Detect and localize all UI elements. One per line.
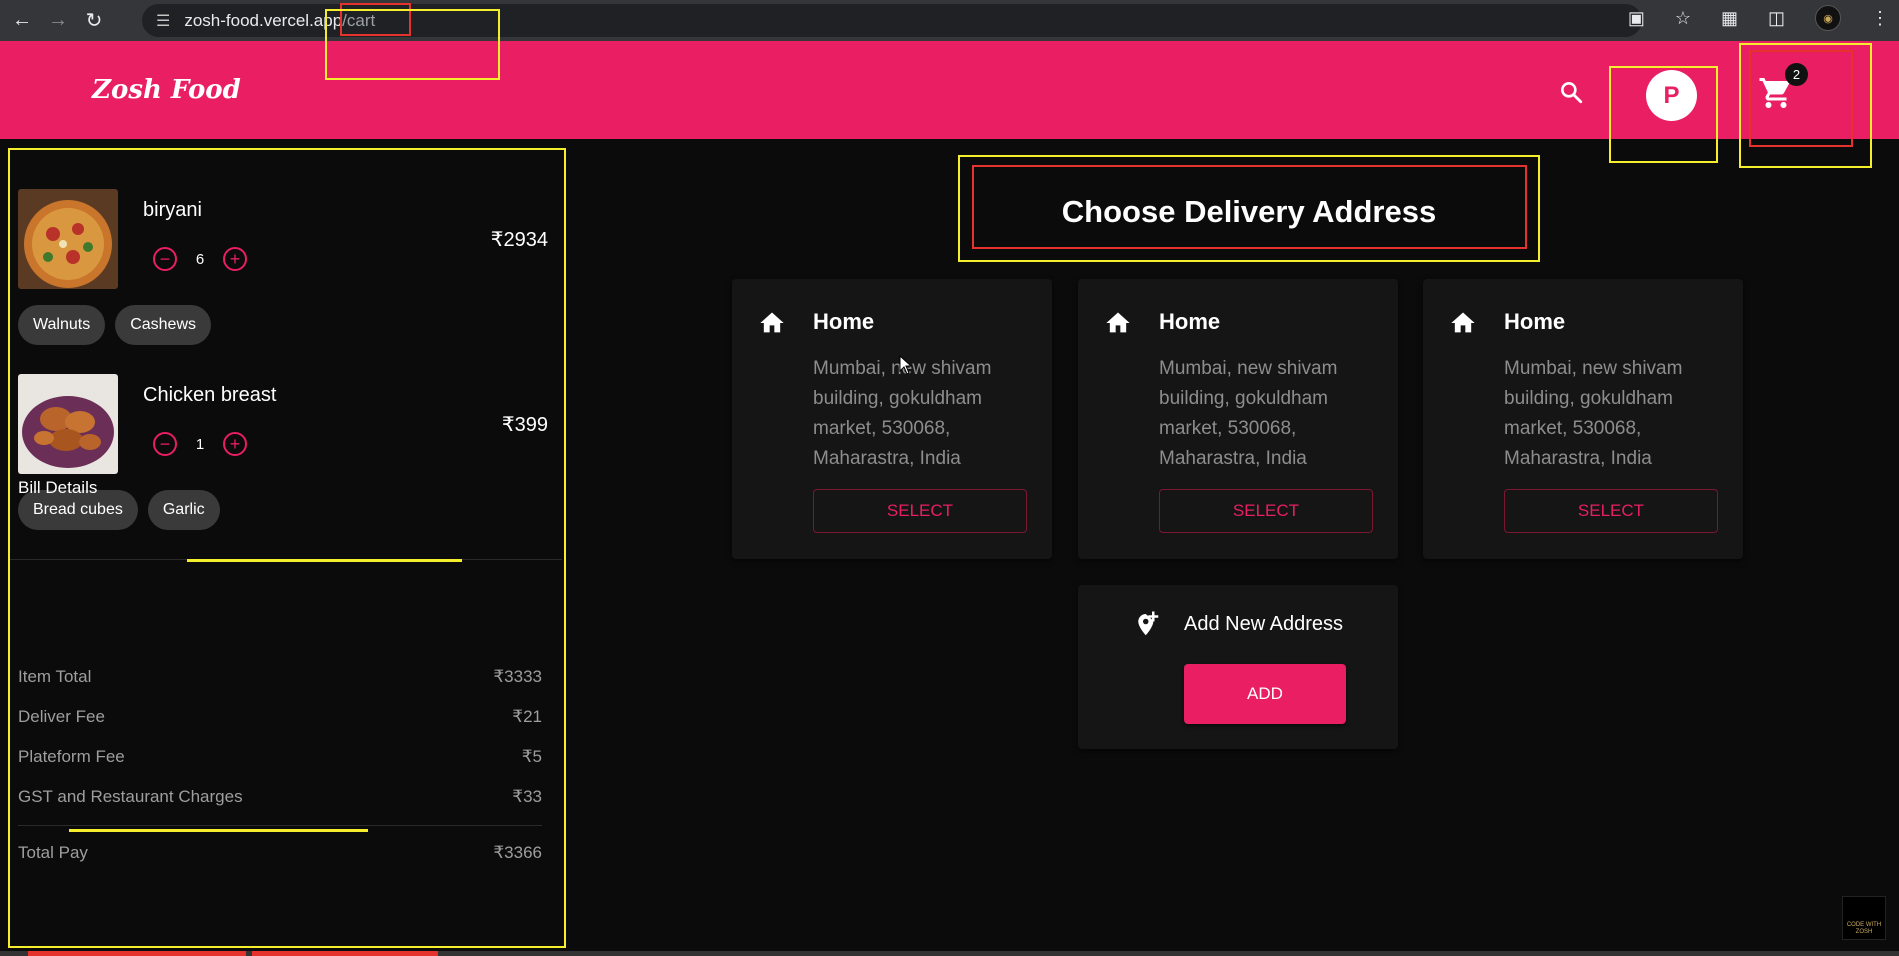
- brand-logo[interactable]: Zosh Food: [92, 75, 241, 105]
- add-address-button[interactable]: ADD: [1184, 664, 1346, 724]
- address-title: Home: [1504, 309, 1566, 334]
- home-icon: [1451, 312, 1475, 333]
- watermark-logo: CODE WITH ZOSH: [1842, 896, 1886, 940]
- install-app-icon[interactable]: ▣: [1628, 8, 1645, 29]
- address-card: Home Mumbai, new shivam building, gokuld…: [1078, 279, 1398, 559]
- annotation-underline: [187, 559, 462, 562]
- select-address-button[interactable]: SELECT: [1504, 489, 1718, 533]
- address-text: Mumbai, new shivam building, gokuldham m…: [1159, 358, 1338, 469]
- address-card: Home Mumbai, new shivam building, gokuld…: [732, 279, 1052, 559]
- address-text: Mumbai, new shivam building, gokuldham m…: [1504, 358, 1683, 469]
- reload-icon[interactable]: ↻: [80, 7, 108, 35]
- annotation-frame: [1609, 66, 1718, 163]
- browser-toolbar: ← → ↻ ☰ zosh-food.vercel.app/cart ▣ ☆ ▦ …: [0, 0, 1899, 41]
- browser-menu-icon[interactable]: ⋮: [1871, 8, 1889, 29]
- add-new-address-label: Add New Address: [1184, 613, 1343, 635]
- search-icon[interactable]: [1558, 79, 1584, 105]
- home-icon: [1106, 312, 1130, 333]
- address-text: Mumbai, new shivam building, gokuldham m…: [813, 358, 992, 469]
- address-title: Home: [1159, 309, 1221, 334]
- forward-arrow-icon[interactable]: →: [44, 7, 72, 35]
- url-host: zosh-food.vercel.app: [184, 10, 343, 30]
- browser-profile-avatar[interactable]: ◉: [1815, 5, 1841, 31]
- select-address-button[interactable]: SELECT: [1159, 489, 1373, 533]
- site-settings-icon[interactable]: ☰: [156, 11, 170, 31]
- address-card: Home Mumbai, new shivam building, gokuld…: [1423, 279, 1743, 559]
- bookmark-star-icon[interactable]: ☆: [1675, 8, 1691, 29]
- bottom-accent: [252, 951, 438, 956]
- address-title: Home: [813, 309, 875, 334]
- annotation-frame: [8, 148, 566, 948]
- bottom-accent: [28, 951, 246, 956]
- add-address-card: Add New Address ADD: [1078, 585, 1398, 749]
- add-location-icon: [1138, 611, 1159, 636]
- annotation-frame: [1749, 50, 1853, 147]
- extensions-icon[interactable]: ▦: [1721, 8, 1738, 29]
- back-arrow-icon[interactable]: ←: [8, 7, 36, 35]
- select-address-button[interactable]: SELECT: [813, 489, 1027, 533]
- mouse-cursor-icon: [899, 355, 913, 375]
- annotation-frame: [325, 9, 500, 80]
- side-panel-icon[interactable]: ◫: [1768, 8, 1785, 29]
- annotation-frame: [972, 165, 1527, 249]
- home-icon: [760, 312, 784, 333]
- annotation-underline: [69, 829, 368, 832]
